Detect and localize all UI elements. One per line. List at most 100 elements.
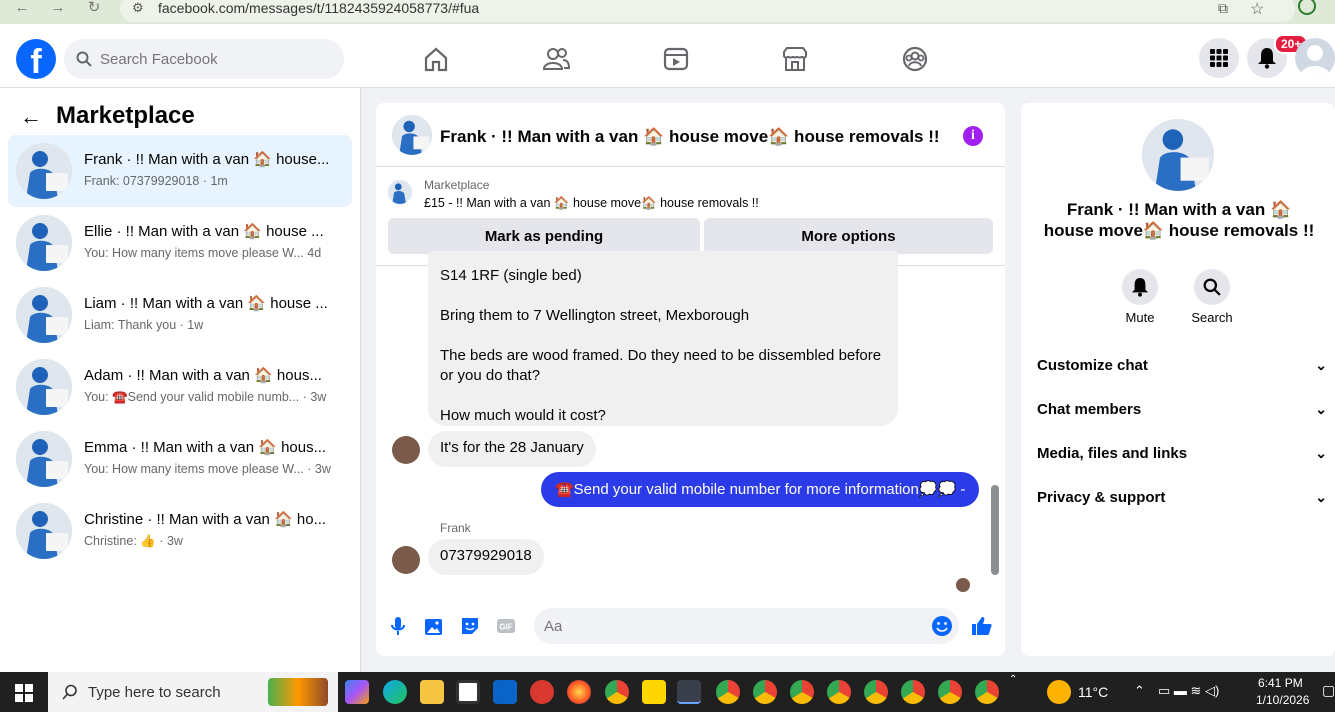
clock-date[interactable]: 1/10/2026 <box>1256 693 1309 707</box>
copilot-icon[interactable] <box>345 680 369 704</box>
show-hidden-icons-icon[interactable]: ⌃ <box>1134 683 1145 699</box>
sticker-icon[interactable] <box>458 614 482 638</box>
firefox-icon[interactable] <box>567 680 591 704</box>
back-arrow-icon[interactable]: ← <box>20 104 42 130</box>
taskbar-overflow-icon[interactable]: ⌃ <box>1009 674 1017 685</box>
conversation-name: Frank · !! Man with a van 🏠 house... <box>84 151 330 168</box>
conversation-item[interactable]: Liam · !! Man with a van 🏠 house ... Lia… <box>8 279 352 351</box>
search-icon <box>1203 278 1221 296</box>
outlook-icon[interactable] <box>493 680 517 704</box>
chrome-icon[interactable] <box>716 680 740 704</box>
message-composer[interactable] <box>534 608 959 644</box>
privacy-support-section[interactable]: Privacy & support ⌄ <box>1037 489 1327 517</box>
search-icon <box>62 684 77 700</box>
microphone-icon[interactable] <box>386 614 410 638</box>
chrome-icon[interactable] <box>605 680 629 704</box>
bookmark-star-icon[interactable]: ☆ <box>1250 0 1264 19</box>
mark-as-pending-button[interactable]: Mark as pending <box>388 218 700 254</box>
app-icon[interactable] <box>530 680 554 704</box>
conversation-name: Adam · !! Man with a van 🏠 hous... <box>84 367 322 384</box>
conversation-name: Emma · !! Man with a van 🏠 hous... <box>84 439 327 456</box>
url-text[interactable]: facebook.com/messages/t/1182435924058773… <box>158 0 479 16</box>
sender-avatar[interactable] <box>392 546 420 574</box>
chrome-icon[interactable] <box>753 680 777 704</box>
temperature[interactable]: 11°C <box>1078 684 1108 700</box>
friends-icon[interactable] <box>541 44 571 74</box>
conversation-item[interactable]: Christine · !! Man with a van 🏠 ho... Ch… <box>8 495 352 567</box>
windows-start-icon[interactable] <box>15 684 33 702</box>
customize-chat-section[interactable]: Customize chat ⌄ <box>1037 357 1327 385</box>
like-thumb-icon[interactable] <box>970 614 994 638</box>
info-icon[interactable]: i <box>963 126 983 146</box>
emoji-icon[interactable] <box>931 615 953 637</box>
message-bubble-incoming: 07379929018 <box>428 539 544 575</box>
facebook-header: f 20+ <box>0 24 1335 88</box>
conversation-preview: Frank: 07379929018 · 1m <box>84 174 228 188</box>
taskbar-search[interactable]: Type here to search <box>48 672 338 712</box>
chat-members-section[interactable]: Chat members ⌄ <box>1037 401 1327 429</box>
mute-button[interactable] <box>1122 269 1158 305</box>
photo-icon[interactable] <box>422 614 446 638</box>
system-tray-icons[interactable]: ▭ ▬ ≋ ◁) <box>1158 683 1219 699</box>
search-highlight-icon <box>268 678 328 706</box>
message-text: The beds are wood framed. Do they need t… <box>440 347 882 384</box>
chrome-icon[interactable] <box>864 680 888 704</box>
forward-icon[interactable]: → <box>48 0 68 18</box>
profile-avatar[interactable] <box>1142 119 1214 191</box>
sticky-notes-icon[interactable] <box>642 680 666 704</box>
listing-title[interactable]: £15 - !! Man with a van 🏠 house move🏠 ho… <box>424 196 759 211</box>
scrollbar-thumb[interactable] <box>991 485 999 575</box>
message-scrollbar[interactable] <box>991 267 999 589</box>
message-text: How much would it cost? <box>440 407 606 424</box>
section-label: Chat members <box>1037 401 1142 418</box>
chrome-icon[interactable] <box>901 680 925 704</box>
groups-icon[interactable] <box>900 44 930 74</box>
video-icon[interactable] <box>661 44 691 74</box>
search-input[interactable] <box>100 39 330 79</box>
bell-icon <box>1258 48 1276 69</box>
more-options-button[interactable]: More options <box>704 218 993 254</box>
active-app-icon[interactable] <box>677 680 701 704</box>
chrome-icon[interactable] <box>938 680 962 704</box>
section-label: Privacy & support <box>1037 489 1166 506</box>
account-avatar[interactable] <box>1295 38 1335 78</box>
back-icon[interactable]: ← <box>12 0 32 18</box>
clock-time[interactable]: 6:41 PM <box>1258 676 1303 690</box>
chat-header: Frank · !! Man with a van 🏠 house move🏠 … <box>376 103 1005 167</box>
bell-icon <box>1131 278 1149 297</box>
chat-title[interactable]: Frank · !! Man with a van 🏠 house move🏠 … <box>440 127 940 147</box>
marketplace-icon[interactable] <box>780 44 810 74</box>
site-info-icon[interactable]: ⚙ <box>132 0 144 16</box>
message-bubble-outgoing: ☎️Send your valid mobile number for more… <box>541 472 980 507</box>
weather-icon[interactable] <box>1047 680 1071 704</box>
profile-icon[interactable] <box>1298 0 1316 15</box>
message-bubble-incoming: It's for the 28 January <box>428 431 596 467</box>
chrome-icon[interactable] <box>975 680 999 704</box>
listing-thumbnail[interactable] <box>388 180 412 204</box>
browser-toolbar: ← → ↻ ⚙ facebook.com/messages/t/11824359… <box>0 0 1335 24</box>
facebook-logo-icon[interactable]: f <box>16 39 56 79</box>
search-icon <box>76 51 92 67</box>
media-files-links-section[interactable]: Media, files and links ⌄ <box>1037 445 1327 473</box>
gif-icon[interactable]: GIF <box>494 614 518 638</box>
home-icon[interactable] <box>421 44 451 74</box>
notification-center-icon[interactable]: ▢ <box>1322 682 1335 699</box>
install-app-icon[interactable]: ⧉ <box>1218 0 1228 17</box>
search-in-chat-button[interactable] <box>1194 269 1230 305</box>
edge-icon[interactable] <box>383 680 407 704</box>
menu-grid-button[interactable] <box>1199 38 1239 78</box>
store-icon[interactable] <box>456 680 480 704</box>
message-input[interactable] <box>544 608 914 644</box>
sender-avatar[interactable] <box>392 436 420 464</box>
reload-icon[interactable]: ↻ <box>84 0 104 18</box>
conversation-item[interactable]: Emma · !! Man with a van 🏠 hous... You: … <box>8 423 352 495</box>
file-explorer-icon[interactable] <box>420 680 444 704</box>
chrome-icon[interactable] <box>790 680 814 704</box>
search-box[interactable] <box>64 39 344 79</box>
chat-avatar[interactable] <box>392 115 432 155</box>
conversation-item[interactable]: Frank · !! Man with a van 🏠 house... Fra… <box>8 135 352 207</box>
conversation-item[interactable]: Ellie · !! Man with a van 🏠 house ... Yo… <box>8 207 352 279</box>
chrome-icon[interactable] <box>827 680 851 704</box>
conversation-item[interactable]: Adam · !! Man with a van 🏠 hous... You: … <box>8 351 352 423</box>
chevron-down-icon: ⌄ <box>1315 489 1327 505</box>
